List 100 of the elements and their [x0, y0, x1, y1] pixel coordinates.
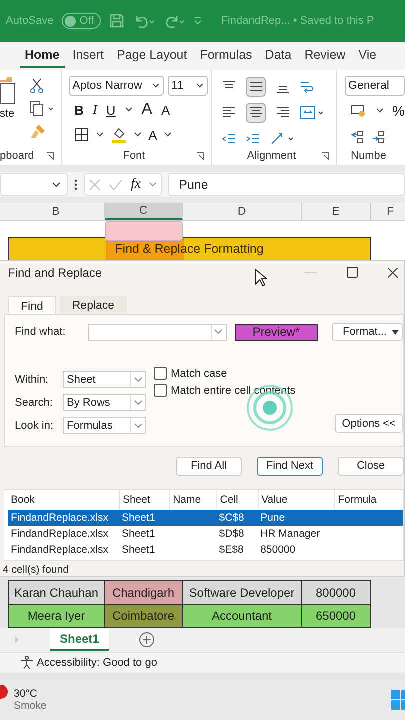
column-header[interactable]: C [105, 203, 183, 220]
checkbox[interactable] [154, 384, 167, 398]
result-row[interactable]: FindandReplace.xlsx Sheet1 $E$8 850000 [8, 542, 403, 558]
result-cell: Sheet1 [122, 544, 156, 556]
option-label: Look in: [15, 420, 55, 432]
more-icon[interactable] [74, 178, 78, 190]
underline-button[interactable]: U [106, 102, 116, 118]
ribbon-tab[interactable]: Page Layout [112, 44, 192, 68]
insert-function-button[interactable]: fx [131, 176, 142, 192]
align-right-icon[interactable] [276, 106, 290, 120]
sheet-tab[interactable]: Sheet1 [50, 629, 110, 651]
launcher-icon[interactable] [320, 152, 330, 160]
caret-icon [134, 400, 142, 406]
result-cell: FindandReplace.xlsx [11, 512, 108, 524]
option-label: Within: [15, 374, 50, 386]
result-cell: $E$8 [219, 544, 244, 556]
dialog-tab[interactable]: Find [8, 296, 56, 316]
sheet-cell: 650000 [302, 604, 371, 628]
dialog-button[interactable]: Find All [176, 456, 242, 476]
start-icon[interactable] [391, 689, 405, 711]
scissors-icon[interactable] [30, 78, 44, 94]
close-icon[interactable] [388, 268, 398, 278]
ribbon-tab[interactable]: Review [300, 44, 351, 68]
orientation-icon[interactable] [270, 132, 296, 146]
font-size-select[interactable]: 11 [168, 76, 208, 96]
ribbon-tab[interactable]: Vie [354, 44, 382, 68]
result-cell: Sheet1 [122, 512, 156, 524]
borders-icon[interactable] [74, 128, 89, 142]
copy-icon[interactable] [30, 101, 56, 117]
increase-indent-icon[interactable] [246, 132, 260, 146]
ribbon-tab[interactable]: Home [20, 44, 65, 68]
result-cell: FindandReplace.xlsx [11, 544, 108, 556]
ribbon-tab[interactable]: Insert [68, 44, 109, 68]
caret-icon[interactable] [124, 107, 133, 113]
ribbon-tab[interactable]: Data [260, 44, 297, 68]
ribbon-tab[interactable]: Formulas [195, 44, 258, 68]
percent-button[interactable]: % [392, 103, 405, 119]
group-label: Font [123, 150, 146, 162]
caret-icon [134, 376, 142, 383]
increase-decimal-icon[interactable] [350, 130, 365, 144]
fill-color-icon[interactable] [110, 127, 127, 143]
result-cell: $D$8 [219, 528, 244, 540]
option-select[interactable]: By Rows [63, 394, 146, 412]
format-preview: Preview* [234, 324, 318, 341]
middle-align-icon[interactable] [246, 77, 266, 97]
sheet-cell: Coimbatore [105, 604, 183, 628]
accounting-format-icon[interactable] [350, 104, 367, 118]
group-label: Numbe [351, 150, 386, 162]
decrease-decimal-icon[interactable] [372, 130, 386, 144]
selected-cell[interactable] [105, 221, 183, 241]
font-name-select[interactable]: Aptos Narrow [68, 76, 164, 96]
launcher-icon[interactable] [196, 152, 205, 160]
find-what-field[interactable] [88, 324, 227, 341]
result-cell: HR Manager [260, 528, 320, 540]
option-select[interactable]: Formulas [63, 417, 146, 434]
checkbox[interactable] [154, 367, 167, 380]
sheet-cell: Software Developer [183, 580, 302, 604]
dialog-title: Find and Replace [8, 266, 102, 280]
decrease-indent-icon[interactable] [222, 132, 236, 146]
accessibility-icon[interactable] [20, 656, 34, 670]
option-select[interactable]: Sheet [63, 371, 146, 388]
option-label: Search: [15, 396, 54, 409]
merge-center-icon[interactable] [300, 106, 326, 120]
dialog-button[interactable]: Close [338, 456, 404, 476]
result-row[interactable]: FindandReplace.xlsx Sheet1 $D$8 HR Manager [8, 526, 403, 542]
number-format-select[interactable]: General [344, 76, 405, 96]
add-sheet-icon[interactable] [139, 632, 156, 648]
status-text: Accessibility: Good to go [37, 657, 158, 669]
wrap-text-icon[interactable] [300, 80, 314, 94]
group-label: Alignment [247, 150, 296, 162]
shrink-font-button[interactable]: A [161, 102, 170, 118]
maximize-icon[interactable] [347, 267, 358, 278]
sheet-cell: Chandigarh [105, 580, 183, 604]
caret-icon [392, 330, 399, 335]
caret-icon[interactable] [376, 108, 384, 114]
results-column-header[interactable]: Book [8, 490, 119, 510]
sheet-cell: 800000 [302, 580, 371, 604]
caret-icon [214, 329, 224, 336]
italic-button[interactable]: I [93, 102, 98, 118]
caret-icon[interactable] [96, 132, 104, 138]
formula-input[interactable]: Pune [168, 173, 405, 196]
grow-font-button[interactable]: A [142, 101, 152, 119]
options-button[interactable]: Options << [335, 414, 403, 434]
bold-button[interactable]: B [74, 102, 84, 118]
column-header[interactable]: E [302, 203, 371, 220]
paste-label[interactable]: ste [0, 108, 16, 120]
format-button[interactable]: Format... [332, 323, 403, 342]
mouse-pointer-icon [255, 269, 267, 287]
result-row[interactable]: FindandReplace.xlsx Sheet1 $C$8 Pune [8, 510, 403, 526]
align-left-icon[interactable] [222, 106, 236, 120]
caret-icon[interactable] [164, 132, 172, 138]
font-color-button[interactable]: A [148, 128, 158, 142]
caret-icon[interactable] [134, 132, 142, 138]
column-header[interactable]: D [183, 203, 302, 220]
dialog-button[interactable]: Find Next [257, 456, 323, 476]
column-header[interactable]: F [371, 203, 405, 220]
paste-icon[interactable] [0, 76, 16, 106]
dialog-tab[interactable]: Replace [60, 296, 127, 316]
align-center-icon[interactable] [246, 103, 266, 123]
launcher-icon[interactable] [46, 152, 55, 160]
